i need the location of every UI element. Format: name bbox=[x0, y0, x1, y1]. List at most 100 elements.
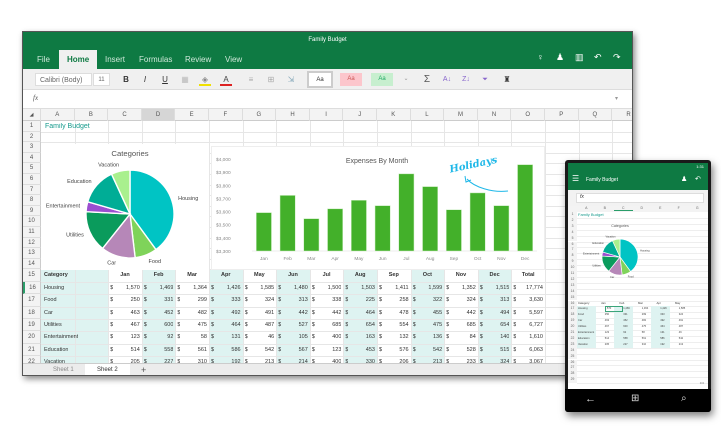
formula-expand-chevron-icon[interactable]: ▾ bbox=[615, 95, 618, 102]
phone-table-cell[interactable]: 324 bbox=[679, 313, 683, 316]
table-cell-value[interactable]: 1,500 bbox=[316, 285, 342, 291]
phone-table-cell[interactable]: 310 bbox=[642, 343, 646, 346]
share-person-icon[interactable]: ♟ bbox=[556, 52, 564, 63]
table-cell-value[interactable]: 600 bbox=[148, 322, 173, 328]
phone-table-cell[interactable]: 452 bbox=[623, 319, 627, 322]
phone-table-cell[interactable]: 600 bbox=[623, 325, 627, 328]
styles-more-chevron-icon[interactable]: ⌄ bbox=[401, 73, 411, 86]
row-header-18[interactable]: 18 bbox=[23, 306, 41, 319]
table-cell-value[interactable]: 567 bbox=[282, 347, 308, 353]
table-cell-value[interactable]: 654 bbox=[484, 322, 509, 328]
phone-table-cell[interactable]: 58 bbox=[642, 331, 645, 334]
phone-pie-chart[interactable]: Categories Housing Food Car Utilities Enterta… bbox=[568, 219, 664, 283]
table-cell-value[interactable]: 131 bbox=[215, 334, 240, 340]
table-cell-value[interactable]: 1,469 bbox=[148, 285, 174, 291]
phone-table-header[interactable]: May bbox=[675, 301, 680, 305]
wrap-icon[interactable]: ⇲ bbox=[285, 73, 297, 86]
phone-selected-cell[interactable] bbox=[604, 306, 624, 313]
table-header-sep[interactable]: Sep bbox=[380, 272, 408, 278]
table-header-apr[interactable]: Apr bbox=[212, 272, 240, 278]
column-header-C[interactable]: C bbox=[108, 109, 142, 121]
table-cell-value[interactable]: 442 bbox=[316, 310, 341, 316]
table-cell-value[interactable]: 527 bbox=[282, 322, 308, 328]
back-arrow-icon[interactable]: ← bbox=[585, 393, 596, 405]
table-cell-value[interactable]: 322 bbox=[417, 297, 442, 303]
phone-table-cell[interactable]: Entertainment bbox=[578, 331, 594, 334]
table-cell-value[interactable]: 442 bbox=[282, 310, 308, 316]
phone-table-cell[interactable]: 123 bbox=[605, 331, 609, 334]
table-cell-value[interactable]: 482 bbox=[181, 310, 207, 316]
table-cell-value[interactable]: 514 bbox=[114, 347, 140, 353]
find-binoculars-icon[interactable]: ♜ bbox=[501, 73, 513, 86]
table-cell-value[interactable]: 586 bbox=[215, 347, 240, 353]
phone-table-cell[interactable]: 250 bbox=[605, 313, 609, 316]
column-header-I[interactable]: I bbox=[310, 109, 344, 121]
table-cell-value[interactable]: 1,411 bbox=[383, 285, 408, 291]
table-header-oct[interactable]: Oct bbox=[414, 272, 442, 278]
style-good[interactable]: Aa bbox=[371, 73, 393, 86]
table-cell-value[interactable]: 455 bbox=[417, 310, 442, 316]
table-cell-value[interactable]: 132 bbox=[383, 334, 408, 340]
table-header-feb[interactable]: Feb bbox=[145, 272, 173, 278]
select-all-corner-icon[interactable]: ◢ bbox=[23, 109, 41, 121]
phone-table-cell[interactable]: 333 bbox=[660, 313, 664, 316]
phone-more-button[interactable]: ••• bbox=[700, 380, 704, 385]
table-cell-value[interactable]: 123 bbox=[316, 347, 341, 353]
phone-table-cell[interactable]: 205 bbox=[605, 343, 609, 346]
table-header-dec[interactable]: Dec bbox=[481, 272, 509, 278]
undo-icon[interactable]: ↶ bbox=[695, 175, 701, 183]
phone-table-cell[interactable]: 1,585 bbox=[679, 307, 686, 310]
phone-table-cell[interactable]: 1,364 bbox=[642, 307, 649, 310]
table-cell-value[interactable]: 5,597 bbox=[517, 310, 543, 316]
tab-file[interactable]: File bbox=[29, 50, 58, 69]
phone-column-header-C[interactable]: C bbox=[614, 206, 633, 211]
column-header-J[interactable]: J bbox=[343, 109, 377, 121]
font-size-box[interactable]: 11 bbox=[93, 73, 110, 86]
table-cell-category[interactable]: Food bbox=[44, 297, 57, 303]
row-header-16[interactable]: 16 bbox=[23, 281, 41, 295]
table-cell-value[interactable]: 515 bbox=[484, 347, 509, 353]
windows-start-icon[interactable]: ⊞ bbox=[631, 393, 639, 404]
phone-table-cell[interactable]: Education bbox=[578, 337, 590, 340]
table-header-mar[interactable]: Mar bbox=[178, 272, 206, 278]
sort-descending-icon[interactable]: Z↓ bbox=[460, 73, 472, 86]
phone-table-cell[interactable]: Food bbox=[578, 313, 584, 316]
phone-table-cell[interactable]: 467 bbox=[605, 325, 609, 328]
table-cell-value[interactable]: 313 bbox=[282, 297, 308, 303]
phone-table-cell[interactable]: 542 bbox=[679, 337, 683, 340]
phone-column-header-B[interactable]: B bbox=[596, 206, 615, 210]
phone-table-cell[interactable]: 558 bbox=[623, 337, 627, 340]
table-cell-value[interactable]: 442 bbox=[450, 310, 476, 316]
table-cell-value[interactable]: 3,630 bbox=[517, 297, 543, 303]
sheet-tab-2[interactable]: Sheet 2 bbox=[85, 364, 130, 375]
phone-column-header-D[interactable]: D bbox=[633, 206, 652, 210]
table-cell-value[interactable]: 1,599 bbox=[417, 285, 442, 291]
table-cell-value[interactable]: 478 bbox=[383, 310, 408, 316]
table-cell-value[interactable]: 542 bbox=[417, 347, 442, 353]
hamburger-menu-icon[interactable]: ☰ bbox=[572, 174, 579, 183]
filter-icon[interactable]: ⏷ bbox=[479, 73, 491, 86]
table-header-category[interactable]: Category bbox=[44, 272, 105, 278]
table-cell-value[interactable]: 250 bbox=[114, 297, 140, 303]
table-cell-value[interactable]: 1,352 bbox=[450, 285, 476, 291]
table-cell-value[interactable]: 467 bbox=[114, 322, 140, 328]
column-header-A[interactable]: A bbox=[41, 109, 75, 121]
table-cell-value[interactable]: 333 bbox=[215, 297, 240, 303]
table-cell-value[interactable]: 685 bbox=[316, 322, 341, 328]
phone-column-header-E[interactable]: E bbox=[651, 206, 670, 210]
table-cell-value[interactable]: 528 bbox=[450, 347, 476, 353]
table-cell-value[interactable]: 453 bbox=[349, 347, 375, 353]
row-header-20[interactable]: 20 bbox=[23, 331, 41, 344]
row-header-21[interactable]: 21 bbox=[23, 343, 41, 357]
row-header-7[interactable]: 7 bbox=[23, 184, 41, 196]
phone-table-cell[interactable]: Car bbox=[578, 319, 582, 322]
phone-table-cell[interactable]: 227 bbox=[623, 343, 627, 346]
phone-table-cell[interactable]: 1,426 bbox=[660, 307, 667, 310]
style-bad[interactable]: Aa bbox=[340, 73, 362, 86]
table-header-jan[interactable]: Jan bbox=[111, 272, 139, 278]
align-icon[interactable]: ≡ bbox=[245, 73, 257, 86]
undo-icon[interactable]: ↶ bbox=[594, 52, 602, 63]
phone-table-cell[interactable]: 331 bbox=[623, 313, 627, 316]
table-cell-value[interactable]: 258 bbox=[383, 297, 408, 303]
column-header-O[interactable]: O bbox=[511, 109, 545, 121]
